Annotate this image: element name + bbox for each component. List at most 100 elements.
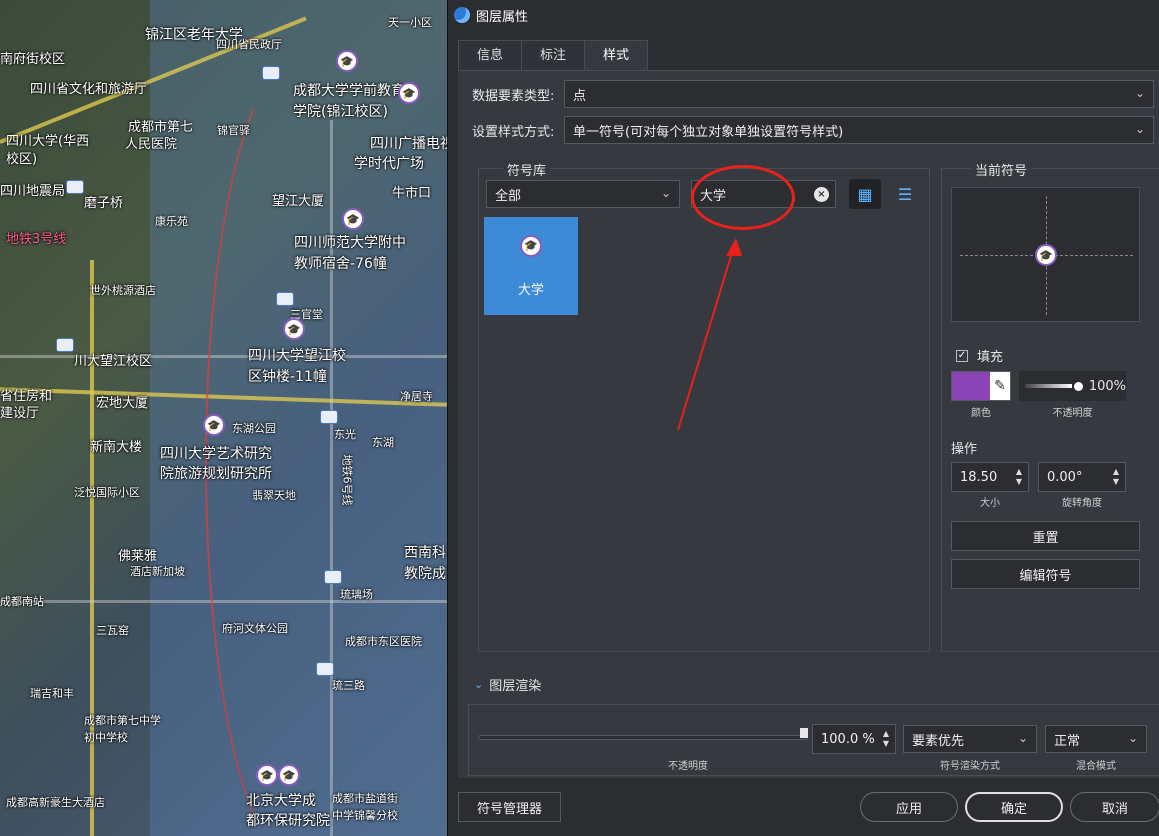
metro-station-icon[interactable] <box>324 570 342 584</box>
rotation-spinbox[interactable]: 0.00° ▲ ▼ <box>1038 462 1126 492</box>
eyedropper-icon[interactable]: ✎ <box>990 372 1010 400</box>
cancel-button[interactable]: 取消 <box>1070 792 1159 822</box>
feature-type-label: 数据要素类型: <box>472 88 555 104</box>
graduation-cap-icon[interactable]: 🎓 <box>256 764 278 786</box>
map-label: 四川大学望江校 <box>248 348 346 364</box>
symbol-opacity-slider[interactable]: 100% <box>1019 371 1126 401</box>
symbol-manager-button[interactable]: 符号管理器 <box>458 792 561 822</box>
map-label: 南府街校区 <box>0 52 66 67</box>
map-label: 人民医院 <box>125 137 178 152</box>
layer-opacity-spinbox[interactable]: 100.0 % ▲ ▼ <box>812 724 896 754</box>
clear-search-icon[interactable]: × <box>814 187 829 202</box>
map-label: 琉璃场 <box>340 588 373 601</box>
map-label: 四川大学艺术研究 <box>160 446 272 462</box>
size-value: 18.50 <box>960 469 998 485</box>
list-view-button[interactable]: ☰ <box>889 179 921 209</box>
style-mode-select[interactable]: 单一符号(可对每个独立对象单独设置符号样式) ⌄ <box>564 116 1154 144</box>
chevron-down-icon: ⌄ <box>1134 122 1145 136</box>
map-label: 成都市第七中学 <box>84 714 161 727</box>
fill-checkbox[interactable]: ✓ <box>956 349 968 362</box>
symbol-library-title: 符号库 <box>503 160 551 179</box>
map-label: 教院成 <box>404 566 446 582</box>
layer-render-header[interactable]: ⌄ 图层渲染 <box>474 675 541 694</box>
tab-label[interactable]: 标注 <box>521 40 586 71</box>
size-caption: 大小 <box>980 498 1000 509</box>
symbol-category-value: 全部 <box>495 188 522 204</box>
map-label: 望江大厦 <box>272 194 325 209</box>
blend-mode-select[interactable]: 正常 ⌄ <box>1045 725 1147 753</box>
fill-label: 填充 <box>977 350 1004 365</box>
metro-station-icon[interactable] <box>66 180 84 194</box>
ok-button[interactable]: 确定 <box>965 792 1063 822</box>
chevron-down-icon: ⌄ <box>1134 86 1145 100</box>
tab-info[interactable]: 信息 <box>458 40 523 71</box>
spin-arrows-icon[interactable]: ▲ ▼ <box>883 729 889 749</box>
spin-arrows-icon[interactable]: ▲ ▼ <box>1016 467 1022 487</box>
graduation-cap-icon[interactable]: 🎓 <box>398 82 420 104</box>
spin-arrows-icon[interactable]: ▲ ▼ <box>1113 467 1119 487</box>
metro-station-icon[interactable] <box>320 410 338 424</box>
tab-bar: 信息 标注 样式 <box>458 40 649 71</box>
map-label: 东湖公园 <box>232 422 276 435</box>
metro-station-icon[interactable] <box>262 66 280 80</box>
map-label: 地铁6号线 <box>340 454 354 506</box>
reset-button[interactable]: 重置 <box>951 521 1140 551</box>
style-mode-value: 单一符号(可对每个独立对象单独设置符号样式) <box>573 124 844 140</box>
map-label: 四川省民政厅 <box>216 38 282 51</box>
rotation-value: 0.00° <box>1047 469 1083 485</box>
graduation-cap-icon[interactable]: 🎓 <box>283 318 305 340</box>
symbol-item[interactable]: 🎓 大学 <box>484 217 578 315</box>
layer-opacity-slider[interactable] <box>478 735 808 740</box>
graduation-cap-icon[interactable]: 🎓 <box>342 208 364 230</box>
layer-opacity-caption: 不透明度 <box>668 761 708 772</box>
metro-station-icon[interactable] <box>316 662 334 676</box>
render-mode-select[interactable]: 要素优先 ⌄ <box>903 725 1037 753</box>
symbol-category-select[interactable]: 全部 ⌄ <box>486 180 680 208</box>
map-label: 三瓦窑 <box>96 624 129 637</box>
graduation-cap-icon: 🎓 <box>1035 244 1057 266</box>
apply-button[interactable]: 应用 <box>860 792 958 822</box>
feature-type-value: 点 <box>573 88 587 104</box>
render-mode-caption: 符号渲染方式 <box>940 761 1000 772</box>
map-label: 校区) <box>6 152 38 167</box>
symbol-item-label: 大学 <box>517 282 544 298</box>
grid-view-button[interactable]: ▦ <box>849 179 881 209</box>
color-caption: 颜色 <box>971 408 991 419</box>
layer-opacity-knob[interactable] <box>800 728 808 738</box>
map-view[interactable]: 锦江区老年大学 四川省民政厅 南府街校区 四川省文化和旅游厅 成都大学学前教育 … <box>0 0 447 836</box>
dialog-titlebar[interactable]: 图层属性 <box>448 0 1159 30</box>
graduation-cap-icon[interactable]: 🎓 <box>336 50 358 72</box>
map-label: 地铁3号线 <box>6 232 67 247</box>
map-label: 新南大楼 <box>90 440 143 455</box>
map-label: 西南科 <box>404 545 446 561</box>
map-label: 磨子桥 <box>84 196 124 211</box>
color-picker[interactable]: ✎ <box>951 371 1011 401</box>
map-label: 四川地震局 <box>0 184 66 199</box>
style-mode-label: 设置样式方式: <box>472 124 555 140</box>
size-spinbox[interactable]: 18.50 ▲ ▼ <box>951 462 1029 492</box>
map-label: 康乐苑 <box>155 215 188 228</box>
tab-style[interactable]: 样式 <box>584 40 649 71</box>
map-label: 北京大学成 <box>246 793 316 809</box>
map-label: 学时代广场 <box>354 156 424 172</box>
map-label: 区钟楼-11幢 <box>248 369 327 385</box>
edit-symbol-button[interactable]: 编辑符号 <box>951 559 1140 589</box>
feature-type-select[interactable]: 点 ⌄ <box>564 80 1154 108</box>
graduation-cap-icon[interactable]: 🎓 <box>203 414 225 436</box>
metro-station-icon[interactable] <box>276 292 294 306</box>
map-label: 宏地大厦 <box>96 396 149 411</box>
map-label: 佛莱雅 <box>118 549 158 564</box>
map-label: 四川省文化和旅游厅 <box>30 82 148 97</box>
map-label: 成都市盐道街 <box>332 792 398 805</box>
map-label: 瑞吉和丰 <box>30 687 74 700</box>
graduation-cap-icon[interactable]: 🎓 <box>278 764 300 786</box>
color-swatch[interactable] <box>952 372 990 400</box>
opacity-knob[interactable] <box>1074 381 1083 391</box>
layer-render-title: 图层渲染 <box>489 679 542 694</box>
map-label: 建设厅 <box>0 406 40 421</box>
map-label: 成都大学学前教育 <box>293 83 405 99</box>
map-label: 泛悦国际小区 <box>74 486 140 499</box>
graduation-cap-icon: 🎓 <box>520 234 542 257</box>
metro-station-icon[interactable] <box>56 338 74 352</box>
chevron-down-icon: ⌄ <box>474 678 484 691</box>
